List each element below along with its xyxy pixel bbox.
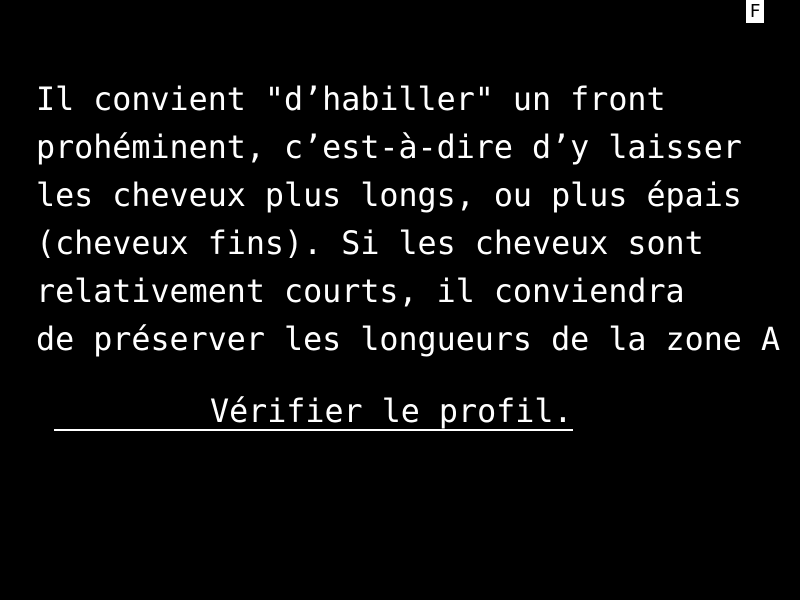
message-text-block: Il convient "d’habiller" un front prohém… xyxy=(36,76,796,364)
action-underline xyxy=(54,429,573,431)
message-line-2: prohéminent, c’est-à-dire d’y laisser xyxy=(36,130,742,166)
message-line-6: de préserver les longueurs de la zone A xyxy=(36,322,781,358)
message-line-4: (cheveux fins). Si les cheveux sont xyxy=(36,226,704,262)
message-line-1: Il convient "d’habiller" un front xyxy=(36,82,666,118)
message-line-5: relativement courts, il conviendra xyxy=(36,274,685,310)
message-line-3: les cheveux plus longs, ou plus épais xyxy=(36,178,742,214)
status-indicator-f: F xyxy=(746,0,764,23)
